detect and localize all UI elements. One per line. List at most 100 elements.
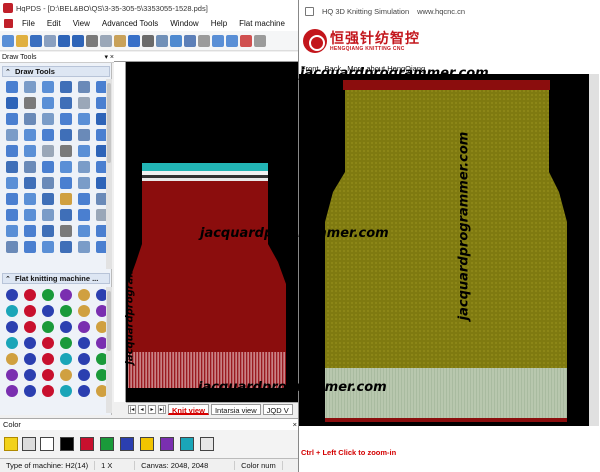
draw-tool-icon[interactable] — [24, 241, 36, 253]
flat-machine-tool-icon[interactable] — [60, 369, 72, 381]
draw-tools-scrollbar[interactable] — [106, 79, 112, 269]
color-step-icon[interactable] — [22, 437, 36, 451]
color-swatch[interactable] — [160, 437, 174, 451]
color-swatch[interactable] — [140, 437, 154, 451]
flat-machine-tool-icon[interactable] — [60, 337, 72, 349]
simulation-scrollbar[interactable] — [589, 74, 599, 426]
draw-tool-icon[interactable] — [78, 97, 90, 109]
palette-icon[interactable] — [240, 34, 252, 47]
color-swatch[interactable] — [100, 437, 114, 451]
save-as-icon[interactable] — [44, 34, 56, 47]
draw-tool-icon[interactable] — [6, 161, 18, 173]
draw-tool-icon[interactable] — [42, 177, 54, 189]
draw-tool-icon[interactable] — [6, 177, 18, 189]
flat-machine-tool-icon[interactable] — [24, 353, 36, 365]
current-color-icon[interactable] — [4, 437, 18, 451]
draw-tool-icon[interactable] — [6, 225, 18, 237]
flat-machine-tool-icon[interactable] — [78, 385, 90, 397]
flat-machine-tool-icon[interactable] — [60, 353, 72, 365]
draw-tool-icon[interactable] — [42, 97, 54, 109]
draw-tool-icon[interactable] — [60, 129, 72, 141]
flat-machine-tool-icon[interactable] — [78, 321, 90, 333]
flat-machine-tool-icon[interactable] — [24, 289, 36, 301]
flat-machine-tool-icon[interactable] — [6, 305, 18, 317]
draw-tools-section-header[interactable]: ⌃ Draw Tools — [2, 66, 110, 77]
draw-tool-icon[interactable] — [24, 145, 36, 157]
tab-knit-view[interactable]: Knit view — [168, 403, 209, 415]
flat-machine-section-header[interactable]: ⌃ Flat knitting machine ... — [2, 273, 110, 284]
arrows-icon[interactable] — [198, 34, 210, 47]
draw-tool-icon[interactable] — [24, 113, 36, 125]
flat-machine-tool-icon[interactable] — [6, 369, 18, 381]
color-swatch[interactable] — [40, 437, 54, 451]
menu-advanced-tools[interactable]: Advanced Tools — [96, 19, 164, 28]
flat-machine-tool-icon[interactable] — [60, 289, 72, 301]
draw-tool-icon[interactable] — [42, 113, 54, 125]
cut-icon[interactable] — [86, 34, 98, 47]
draw-tool-icon[interactable] — [42, 225, 54, 237]
flat-machine-tool-icon[interactable] — [6, 353, 18, 365]
flat-machine-tool-icon[interactable] — [24, 369, 36, 381]
app-menu-icon[interactable] — [4, 19, 13, 28]
draw-tool-icon[interactable] — [60, 209, 72, 221]
draw-tool-icon[interactable] — [78, 209, 90, 221]
tab-next-icon[interactable]: ▸ — [148, 404, 156, 414]
flat-machine-tool-icon[interactable] — [78, 289, 90, 301]
flat-tools-scrollbar[interactable] — [106, 287, 112, 413]
draw-tool-icon[interactable] — [24, 225, 36, 237]
draw-tool-icon[interactable] — [24, 209, 36, 221]
color-swatch[interactable] — [180, 437, 194, 451]
draw-tool-icon[interactable] — [60, 145, 72, 157]
color-swatch[interactable] — [200, 437, 214, 451]
flat-machine-tool-icon[interactable] — [24, 337, 36, 349]
flat-machine-tool-icon[interactable] — [42, 289, 54, 301]
draw-tool-icon[interactable] — [42, 145, 54, 157]
draw-tool-icon[interactable] — [24, 97, 36, 109]
draw-tool-icon[interactable] — [24, 129, 36, 141]
draw-tool-icon[interactable] — [42, 81, 54, 93]
draw-tool-icon[interactable] — [60, 193, 72, 205]
draw-tool-icon[interactable] — [60, 113, 72, 125]
draw-tool-icon[interactable] — [78, 193, 90, 205]
draw-tool-icon[interactable] — [60, 177, 72, 189]
draw-tool-icon[interactable] — [78, 129, 90, 141]
3d-simulation-canvas[interactable] — [299, 74, 589, 426]
tab-intarsia-view[interactable]: Intarsia view — [210, 403, 261, 415]
collapse-chevron-icon[interactable]: ⌃ — [5, 275, 11, 283]
draw-tool-icon[interactable] — [78, 81, 90, 93]
draw-tool-icon[interactable] — [78, 241, 90, 253]
tab-last-icon[interactable]: ▸| — [158, 404, 166, 414]
flat-machine-tool-icon[interactable] — [24, 305, 36, 317]
draw-tool-icon[interactable] — [6, 145, 18, 157]
draw-tool-icon[interactable] — [78, 161, 90, 173]
flat-machine-tool-icon[interactable] — [6, 385, 18, 397]
menu-flat-machine[interactable]: Flat machine — [233, 19, 291, 28]
flat-machine-tool-icon[interactable] — [78, 337, 90, 349]
color-swatch[interactable] — [80, 437, 94, 451]
menu-help[interactable]: Help — [205, 19, 233, 28]
draw-tool-icon[interactable] — [6, 241, 18, 253]
draw-tool-icon[interactable] — [6, 81, 18, 93]
menu-window[interactable]: Window — [164, 19, 204, 28]
flat-machine-tool-icon[interactable] — [6, 337, 18, 349]
flat-machine-tool-icon[interactable] — [78, 353, 90, 365]
redo-icon[interactable] — [72, 34, 84, 47]
more-tools-icon[interactable] — [254, 34, 266, 47]
draw-tool-icon[interactable] — [42, 241, 54, 253]
draw-tool-icon[interactable] — [42, 161, 54, 173]
new-file-icon[interactable] — [2, 34, 14, 47]
draw-tool-icon[interactable] — [60, 97, 72, 109]
open-folder-icon[interactable] — [16, 34, 28, 47]
flat-machine-tool-icon[interactable] — [42, 369, 54, 381]
flat-machine-tool-icon[interactable] — [60, 305, 72, 317]
zoom-in-icon[interactable] — [212, 34, 224, 47]
draw-tool-icon[interactable] — [60, 225, 72, 237]
tab-prev-icon[interactable]: ◂ — [138, 404, 146, 414]
flat-machine-tool-icon[interactable] — [24, 385, 36, 397]
menu-edit[interactable]: Edit — [41, 19, 67, 28]
draw-tool-icon[interactable] — [6, 113, 18, 125]
flat-machine-tool-icon[interactable] — [42, 353, 54, 365]
draw-tool-icon[interactable] — [42, 209, 54, 221]
flat-machine-tool-icon[interactable] — [42, 321, 54, 333]
draw-tool-icon[interactable] — [78, 177, 90, 189]
